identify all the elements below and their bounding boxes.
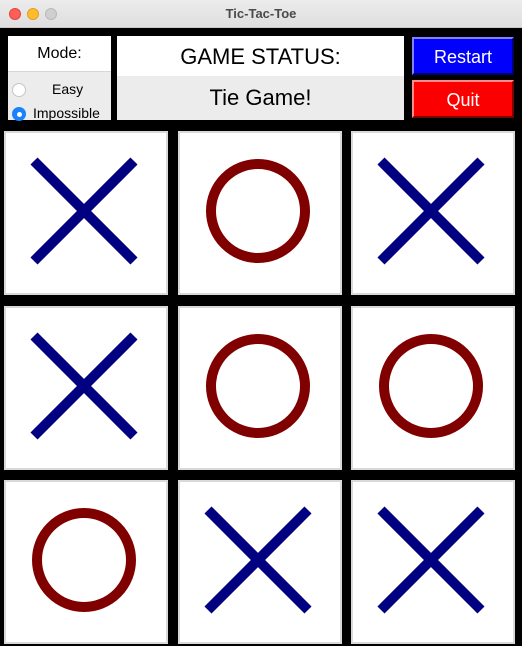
board-cell-r2-c3[interactable]	[351, 306, 515, 470]
board-cell-r1-c3[interactable]	[351, 131, 515, 295]
easy-radio-label: Easy	[52, 81, 84, 97]
board-cell-r1-c1[interactable]	[4, 131, 168, 295]
game-status-value: Tie Game!	[117, 76, 404, 120]
game-status-heading: GAME STATUS:	[180, 44, 341, 69]
x-mark	[204, 506, 312, 614]
mode-panel: Mode: Easy Impossible	[8, 36, 111, 121]
x-mark	[30, 157, 138, 265]
title-bar: Tic-Tac-Toe	[0, 0, 522, 28]
board-cell-r3-c2[interactable]	[178, 480, 342, 644]
o-mark	[206, 159, 310, 263]
quit-button[interactable]: Quit	[412, 80, 514, 118]
impossible-radio[interactable]	[12, 107, 26, 121]
o-mark	[379, 334, 483, 438]
x-mark	[377, 506, 485, 614]
window-title: Tic-Tac-Toe	[225, 6, 297, 21]
board-cell-r2-c1[interactable]	[4, 306, 168, 470]
x-mark	[377, 157, 485, 265]
board-cell-r2-c2[interactable]	[178, 306, 342, 470]
x-mark	[30, 332, 138, 440]
board-cell-r3-c1[interactable]	[4, 480, 168, 644]
mode-label: Mode:	[8, 36, 111, 72]
restart-button[interactable]: Restart	[412, 37, 514, 75]
o-mark	[32, 508, 136, 612]
easy-radio[interactable]	[12, 83, 26, 97]
game-status-panel: GAME STATUS: Tie Game!	[117, 36, 404, 120]
mode-option-easy[interactable]: Easy	[12, 80, 111, 100]
board-cell-r1-c2[interactable]	[178, 131, 342, 295]
board-cell-r3-c3[interactable]	[351, 480, 515, 644]
o-mark	[206, 334, 310, 438]
mode-option-impossible[interactable]: Impossible	[12, 104, 111, 124]
app-content: Mode: Easy Impossible GAME STATUS: Tie G…	[0, 28, 522, 646]
impossible-radio-label: Impossible	[33, 105, 100, 121]
